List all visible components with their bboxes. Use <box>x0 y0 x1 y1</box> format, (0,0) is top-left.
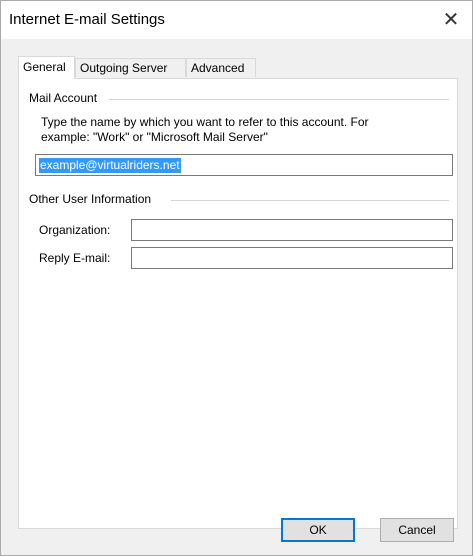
reply-email-input[interactable] <box>131 247 453 269</box>
dialog-window: Internet E-mail Settings ✕ General Outgo… <box>0 0 473 556</box>
account-name-description: Type the name by which you want to refer… <box>41 115 441 145</box>
other-user-info-group-label: Other User Information <box>29 192 152 206</box>
account-name-value: example@virtualriders.net <box>39 158 181 173</box>
title-bar: Internet E-mail Settings ✕ <box>1 1 472 39</box>
organization-label: Organization: <box>39 223 111 237</box>
account-name-input[interactable]: example@virtualriders.net <box>35 154 453 176</box>
general-tab-panel: Mail Account Type the name by which you … <box>18 78 458 529</box>
other-user-info-divider <box>171 200 449 201</box>
mail-account-divider <box>109 99 449 100</box>
tab-advanced[interactable]: Advanced <box>186 58 256 77</box>
description-line-1: Type the name by which you want to refer… <box>41 115 369 129</box>
cancel-button[interactable]: Cancel <box>380 518 454 542</box>
ok-button[interactable]: OK <box>281 518 355 542</box>
window-title: Internet E-mail Settings <box>9 11 165 28</box>
tab-general[interactable]: General <box>18 56 75 79</box>
tab-outgoing-server[interactable]: Outgoing Server <box>75 58 186 77</box>
organization-input[interactable] <box>131 219 453 241</box>
description-line-2: example: "Work" or "Microsoft Mail Serve… <box>41 130 268 144</box>
reply-email-label: Reply E-mail: <box>39 251 111 265</box>
close-icon[interactable]: ✕ <box>436 5 466 35</box>
mail-account-group-label: Mail Account <box>29 91 98 105</box>
